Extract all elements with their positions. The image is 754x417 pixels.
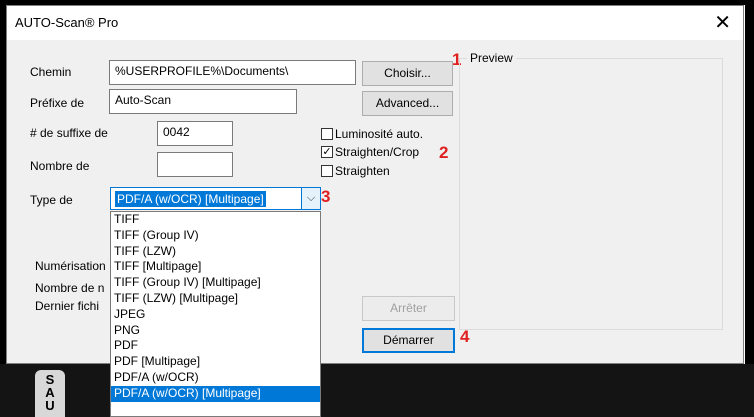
dropdown-option[interactable]: TIFF (LZW) [Multipage] bbox=[111, 291, 320, 307]
count-input[interactable] bbox=[157, 152, 233, 177]
dropdown-option[interactable]: PDF [Multipage] bbox=[111, 354, 320, 370]
dropdown-option[interactable]: PDF/A (w/OCR) bbox=[111, 370, 320, 386]
choose-button[interactable]: Choisir... bbox=[362, 61, 453, 86]
annotation-marker-2: 2 bbox=[439, 143, 449, 162]
straighten-checkbox[interactable] bbox=[321, 165, 333, 177]
path-label: Chemin bbox=[30, 65, 72, 79]
dropdown-option-selected[interactable]: PDF/A (w/OCR) [Multipage] bbox=[111, 385, 320, 402]
app-icon[interactable]: S A U bbox=[35, 370, 65, 417]
pages-count-label: Nombre de n bbox=[35, 281, 105, 295]
path-input[interactable]: %USERPROFILE%\Documents\ bbox=[109, 60, 356, 85]
prefix-label: Préfixe de bbox=[30, 96, 85, 110]
count-label: Nombre de bbox=[30, 159, 90, 173]
dropdown-option[interactable]: PNG bbox=[111, 323, 320, 339]
type-label: Type de bbox=[30, 193, 73, 207]
dropdown-option[interactable]: TIFF (Group IV) bbox=[111, 228, 320, 244]
dropdown-option[interactable]: TIFF bbox=[111, 212, 320, 228]
suffix-input[interactable]: 0042 bbox=[157, 121, 233, 146]
prefix-input[interactable]: Auto-Scan bbox=[109, 89, 297, 114]
title-bar[interactable]: AUTO-Scan® Pro ✕ bbox=[7, 6, 743, 40]
straighten-crop-checkbox[interactable]: ✓ bbox=[321, 146, 333, 158]
suffix-label: # de suffixe de bbox=[30, 126, 108, 140]
file-type-dropdown-list[interactable]: TIFF TIFF (Group IV) TIFF (LZW) TIFF [Mu… bbox=[110, 211, 321, 417]
close-icon[interactable]: ✕ bbox=[714, 10, 731, 35]
stop-button[interactable]: Arrêter bbox=[362, 296, 455, 321]
start-button[interactable]: Démarrer bbox=[362, 328, 455, 353]
auto-brightness-label: Luminosité auto. bbox=[335, 127, 424, 141]
annotation-marker-4: 4 bbox=[460, 327, 470, 346]
file-type-select[interactable]: PDF/A (w/OCR) [Multipage] ⌵ bbox=[110, 187, 321, 210]
straighten-label: Straighten bbox=[335, 164, 390, 178]
advanced-button[interactable]: Advanced... bbox=[362, 91, 453, 116]
window-title: AUTO-Scan® Pro bbox=[15, 15, 119, 30]
preview-panel bbox=[459, 58, 723, 330]
dropdown-option[interactable]: TIFF (LZW) bbox=[111, 244, 320, 260]
dropdown-option[interactable]: JPEG bbox=[111, 307, 320, 323]
straighten-crop-label: Straighten/Crop bbox=[335, 145, 420, 159]
preview-label: Preview bbox=[467, 51, 516, 65]
dropdown-option[interactable]: TIFF [Multipage] bbox=[111, 259, 320, 275]
dropdown-option[interactable]: PDF bbox=[111, 338, 320, 354]
scan-status-label: Numérisation bbox=[35, 259, 106, 273]
dropdown-option[interactable]: TIFF (Group IV) [Multipage] bbox=[111, 275, 320, 291]
auto-brightness-checkbox[interactable] bbox=[321, 128, 333, 140]
annotation-marker-3: 3 bbox=[321, 187, 331, 206]
app-icon-letter: U bbox=[45, 398, 55, 413]
background-window-right bbox=[745, 0, 754, 417]
file-type-selected-value: PDF/A (w/OCR) [Multipage] bbox=[115, 191, 266, 207]
chevron-down-icon[interactable]: ⌵ bbox=[301, 188, 320, 209]
last-file-label: Dernier fichi bbox=[35, 299, 100, 313]
